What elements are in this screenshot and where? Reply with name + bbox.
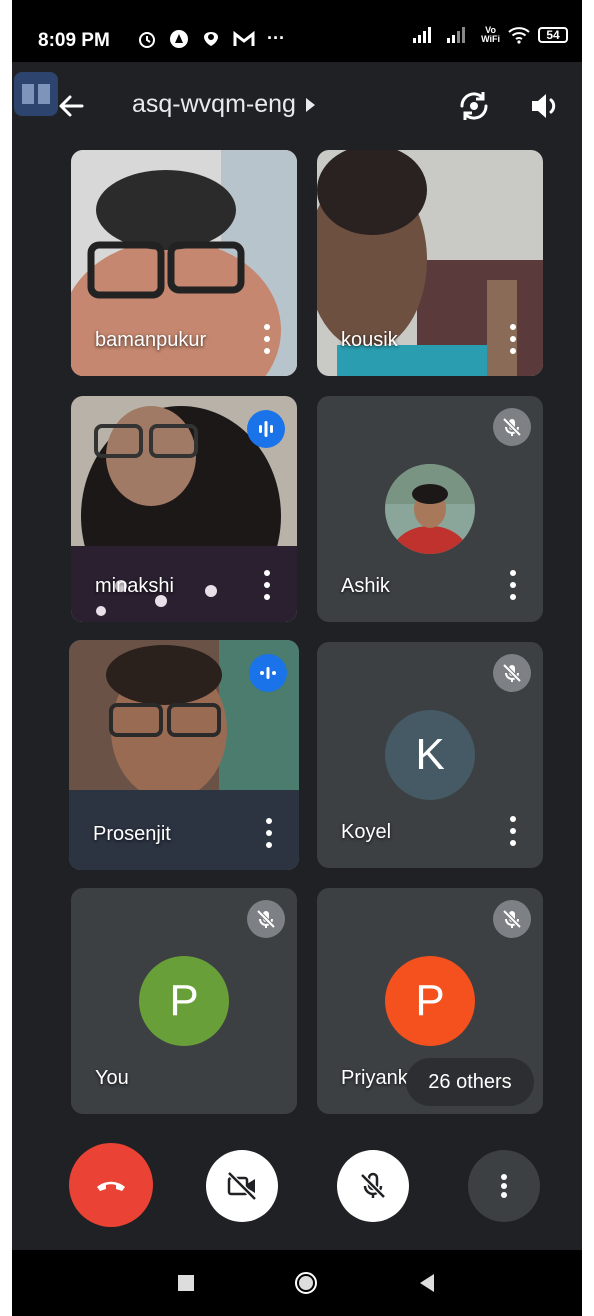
system-nav-bar <box>12 1250 582 1316</box>
camera-toggle-button[interactable] <box>206 1150 278 1222</box>
speaking-indicator-icon <box>247 410 285 448</box>
speaker-icon[interactable] <box>526 86 566 126</box>
status-bar: 8:09 PM ··· Vo WiFi 54 <box>12 0 582 62</box>
participant-tile[interactable]: K Koyel <box>317 642 543 868</box>
signal-icon <box>413 27 439 43</box>
avatar: K <box>385 710 475 800</box>
recent-apps-icon[interactable] <box>178 1275 194 1291</box>
app-icon <box>169 29 189 49</box>
more-options-icon[interactable] <box>509 324 517 354</box>
participant-name: Prosenjit <box>93 823 171 845</box>
mic-off-icon <box>247 900 285 938</box>
avatar: P <box>385 956 475 1046</box>
nav-back-icon[interactable] <box>420 1274 434 1292</box>
wifi-icon <box>508 26 530 44</box>
meeting-header: asq-wvqm-eng <box>12 62 582 150</box>
signal-icon-2 <box>447 27 473 43</box>
participant-tile[interactable]: Ashik <box>317 396 543 622</box>
mic-toggle-button[interactable] <box>337 1150 409 1222</box>
more-options-icon[interactable] <box>509 816 517 846</box>
battery-icon: 54 <box>538 27 568 43</box>
more-options-icon[interactable] <box>509 570 517 600</box>
drive-icon <box>201 29 221 49</box>
system-icons: Vo WiFi 54 <box>413 26 568 44</box>
participant-tile[interactable]: bamanpukur <box>71 150 297 376</box>
mic-off-icon <box>493 408 531 446</box>
participant-name: kousik <box>341 329 398 351</box>
vowifi-icon: Vo WiFi <box>481 25 500 44</box>
back-arrow-icon[interactable] <box>52 86 92 126</box>
hang-up-icon <box>97 1181 125 1191</box>
participant-name: minakshi <box>95 575 174 597</box>
mic-off-icon <box>493 654 531 692</box>
more-options-button[interactable] <box>468 1150 540 1222</box>
meeting-title[interactable]: asq-wvqm-eng <box>132 90 315 119</box>
participant-tile[interactable]: minakshi <box>71 396 297 622</box>
notification-icons: ··· <box>137 28 285 49</box>
meet-app: 8:09 PM ··· Vo WiFi 54 asq-wvqm-eng bama… <box>12 0 582 1316</box>
gmail-icon <box>233 30 255 48</box>
others-chip[interactable]: 26 others <box>406 1058 534 1106</box>
avatar <box>385 464 475 554</box>
alarm-icon <box>137 29 157 49</box>
participant-tile[interactable]: kousik <box>317 150 543 376</box>
more-vert-icon <box>501 1174 507 1198</box>
more-options-icon[interactable] <box>263 324 271 354</box>
avatar: P <box>139 956 229 1046</box>
switch-camera-icon[interactable] <box>454 86 494 126</box>
more-options-icon[interactable] <box>265 818 273 848</box>
home-icon[interactable] <box>295 1272 317 1294</box>
participant-name: You <box>95 1067 129 1089</box>
participant-name: bamanpukur <box>95 329 207 351</box>
more-options-icon[interactable] <box>263 570 271 600</box>
expand-arrow-icon <box>305 97 315 112</box>
video-off-icon <box>227 1171 257 1201</box>
mic-off-icon <box>493 900 531 938</box>
mic-off-icon <box>360 1172 386 1199</box>
meeting-code: asq-wvqm-eng <box>132 90 296 118</box>
status-time: 8:09 PM <box>38 30 110 51</box>
participant-tile-self[interactable]: P You <box>71 888 297 1114</box>
participant-name: Ashik <box>341 575 390 597</box>
participant-name: Koyel <box>341 821 392 843</box>
speaking-indicator-icon <box>249 654 287 692</box>
end-call-button[interactable] <box>69 1143 153 1227</box>
participant-tile-active[interactable]: Prosenjit <box>69 640 299 870</box>
more-notifications-icon: ··· <box>267 28 285 48</box>
